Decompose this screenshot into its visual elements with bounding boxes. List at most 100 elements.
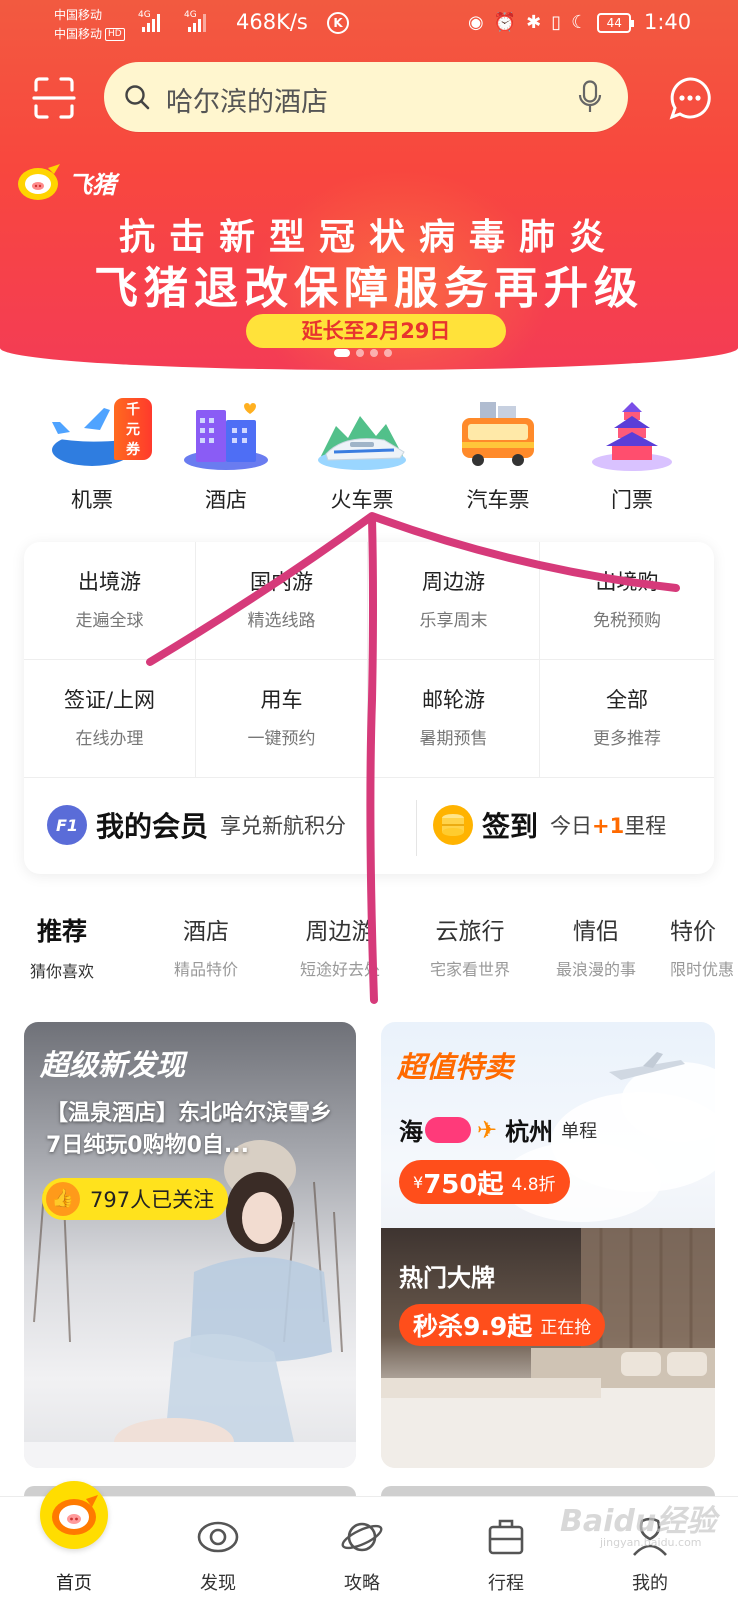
category-label: 酒店 [205,488,247,512]
nav-label: 行程 [488,1573,524,1594]
grid-item-domestic-tour[interactable]: 国内游 精选线路 [196,542,368,660]
net-speed: 468K/s [236,10,308,34]
eye-icon [197,1521,239,1553]
member-badge-icon: F1 [47,805,87,845]
hero-banner[interactable]: 中国移动 中国移动 HD 4G 4G 468K/s K ◉ ⏰ ✱ ▯ ☾ 44 … [0,0,738,370]
grid-item-duty-free[interactable]: 出境购 免税预购 [540,542,714,660]
tab-couples[interactable]: 情侣 最浪漫的事 [530,912,662,980]
grid-item-visa[interactable]: 签证/上网 在线办理 [24,660,196,778]
grid-item-outbound-tour[interactable]: 出境游 走遍全球 [24,542,196,660]
carrier-2: 中国移动 [54,27,103,41]
grid-subtitle: 一键预约 [247,729,316,749]
feed-card-hotel-brand[interactable]: 热门大牌 秒杀9.9起 正在抢 [381,1228,715,1468]
my-membership[interactable]: F1 我的会员 享兑新航积分 [46,804,346,846]
card-tag: 热门大牌 [399,1264,495,1292]
category-flights[interactable]: 机票 千元券 [32,398,152,514]
scan-icon[interactable] [32,76,76,120]
nav-trips[interactable]: 行程 [456,1497,556,1595]
flash-sale-badge: 秒杀9.9起 正在抢 [399,1304,606,1346]
tab-subtitle: 限时优惠 [670,960,735,979]
tab-subtitle: 宅家看世界 [429,960,510,979]
tab-cloud-travel[interactable]: 云旅行 宅家看世界 [404,912,536,980]
coin-stack-icon [433,805,473,845]
carrier-1: 中国移动 [54,8,103,22]
tab-specials[interactable]: 特价 限时优惠 [670,912,738,980]
signal-icon: 4G [138,10,160,32]
banner-pill: 延长至2月29日 [246,314,506,348]
follow-badge: 👍 797人已关注 [42,1178,229,1220]
network-type-2: 4G [184,10,197,20]
tab-label: 酒店 [183,919,229,945]
grid-item-nearby-tour[interactable]: 周边游 乐享周末 [368,542,540,660]
feed-card-flight-deal[interactable]: 超值特卖 海 ✈ 杭州 单程 ¥ 750起 4.8折 [381,1022,715,1228]
hd-badge: HD [105,28,125,41]
checkin-bonus: +1 [592,814,625,838]
category-label: 汽车票 [466,488,530,512]
grid-title: 出境购 [595,570,659,594]
deal-status: 正在抢 [540,1317,592,1338]
grid-item-cruise[interactable]: 邮轮游 暑期预售 [368,660,540,778]
member-subtitle: 享兑新航积分 [220,814,347,838]
tab-label: 云旅行 [435,919,505,945]
signal-icon-2: 4G [184,10,206,32]
hotel-icon [184,403,268,470]
grid-title: 签证/上网 [63,688,156,712]
grid-title: 出境游 [78,570,141,594]
tab-recommend[interactable]: 推荐 猜你喜欢 [0,912,128,982]
category-tickets[interactable]: 门票 [572,398,692,514]
category-bus[interactable]: 汽车票 [438,398,558,514]
coupon-badge: 千元券 [114,398,152,460]
carrier-info: 中国移动 中国移动 HD [54,6,125,44]
nav-home[interactable] [40,1481,108,1549]
category-hotels[interactable]: 酒店 [166,398,286,514]
route-destination: 杭州 [505,1118,554,1146]
carousel-dot[interactable] [384,349,392,357]
member-row: F1 我的会员 享兑新航积分 签到 今日+1里程 [24,778,714,874]
clock: 1:40 [644,10,692,34]
train-icon [318,416,406,470]
check-in[interactable]: 签到 今日+1里程 [432,804,666,846]
search-input[interactable]: 哈尔滨的酒店 [104,62,628,132]
tab-label: 推荐 [36,917,87,946]
price-badge: ¥ 750起 4.8折 [399,1160,570,1204]
mic-icon[interactable] [578,80,602,114]
alarm-icon: ⏰ [493,12,517,33]
category-trains[interactable]: 火车票 [302,398,422,514]
bluetooth-icon: ✱ [526,12,542,33]
grid-title: 周边游 [422,570,485,594]
grid-subtitle: 走遍全球 [75,611,144,631]
grid-item-car[interactable]: 用车 一键预约 [196,660,368,778]
feed-tabs: 推荐 猜你喜欢 酒店 精品特价 周边游 短途好去处 云旅行 宅家看世界 情侣 最… [0,912,738,992]
grid-title: 全部 [606,688,648,712]
tab-hotel[interactable]: 酒店 精品特价 [140,912,272,980]
carousel-indicator[interactable] [334,349,392,357]
vibrate-icon: ▯ [551,12,562,33]
search-icon [125,85,150,110]
nav-discover[interactable]: 发现 [168,1497,268,1595]
grid-subtitle: 乐享周末 [419,611,488,631]
follow-count: 797人已关注 [90,1188,215,1212]
k-icon: K [327,12,349,34]
tab-nearby[interactable]: 周边游 短途好去处 [274,912,406,980]
watermark-url: jingyan.baidu.com [600,1536,702,1549]
nav-guides[interactable]: 攻略 [312,1497,412,1595]
feed-card-hot-spring[interactable]: 超级新发现 【温泉酒店】东北哈尔滨雪乡 7日纯玩0购物0自... 👍 797人已… [24,1022,356,1468]
card-tag: 超值特卖 [397,1050,514,1084]
card-description: 【温泉酒店】东北哈尔滨雪乡 7日纯玩0购物0自... [46,1101,333,1158]
grid-title: 邮轮游 [422,688,485,712]
carousel-dot[interactable] [370,349,378,357]
carousel-dot[interactable] [334,349,350,357]
tab-label: 周边游 [305,919,375,945]
banner-line-2: 飞猪退改保障服务再升级 [94,263,644,314]
pig-home-icon [52,1495,98,1535]
grid-subtitle: 在线办理 [75,729,144,749]
tab-subtitle: 精品特价 [173,960,238,979]
grid-subtitle: 免税预购 [593,611,661,631]
moon-icon: ☾ [571,12,588,33]
tab-label: 情侣 [573,919,619,945]
carousel-dot[interactable] [356,349,364,357]
checkin-subtitle: 今日+1里程 [550,810,666,840]
grid-item-all[interactable]: 全部 更多推荐 [540,660,714,778]
divider [416,800,417,856]
message-icon[interactable] [668,76,712,120]
